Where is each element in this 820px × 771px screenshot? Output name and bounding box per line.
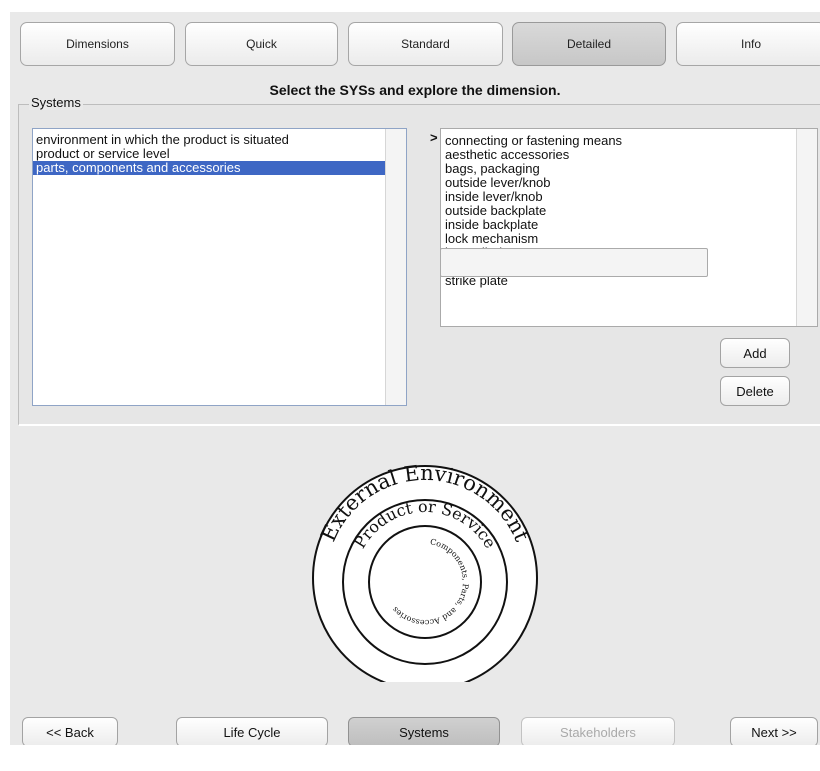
tab-standard[interactable]: Standard: [348, 22, 503, 66]
list-item[interactable]: outside lever/knob: [442, 176, 817, 190]
systems-nav-button[interactable]: Systems: [348, 717, 500, 745]
list-item[interactable]: inside backplate: [442, 218, 817, 232]
list-item[interactable]: outside backplate: [442, 204, 817, 218]
list-item[interactable]: inside lever/knob: [442, 190, 817, 204]
system-items-list[interactable]: connecting or fastening means aesthetic …: [440, 128, 818, 327]
systems-legend: Systems: [29, 95, 83, 110]
systems-level-list[interactable]: environment in which the product is situ…: [32, 128, 407, 406]
app-window: Dimensions Quick Standard Detailed Info …: [10, 12, 820, 745]
list-item[interactable]: connecting or fastening means: [442, 134, 817, 148]
arrow-indicator: >: [430, 130, 438, 145]
systems-diagram: External Environment Product or Service …: [312, 461, 538, 682]
list-item[interactable]: lock mechanism: [442, 232, 817, 246]
add-button[interactable]: Add: [720, 338, 790, 368]
tab-info[interactable]: Info: [676, 22, 820, 66]
delete-button[interactable]: Delete: [720, 376, 790, 406]
list-item[interactable]: environment in which the product is situ…: [33, 133, 406, 147]
new-item-input[interactable]: [440, 248, 708, 277]
tab-quick[interactable]: Quick: [185, 22, 338, 66]
list-item-selected[interactable]: parts, components and accessories: [33, 161, 406, 175]
next-button[interactable]: Next >>: [730, 717, 818, 745]
scrollbar[interactable]: [796, 129, 817, 326]
stakeholders-nav-button: Stakeholders: [521, 717, 675, 745]
tab-detailed[interactable]: Detailed: [512, 22, 666, 66]
list-item[interactable]: aesthetic accessories: [442, 148, 817, 162]
list-item[interactable]: product or service level: [33, 147, 406, 161]
back-button[interactable]: << Back: [22, 717, 118, 745]
instruction-text: Select the SYSs and explore the dimensio…: [269, 82, 561, 98]
list-item[interactable]: bags, packaging: [442, 162, 817, 176]
tab-dimensions[interactable]: Dimensions: [20, 22, 175, 66]
life-cycle-button[interactable]: Life Cycle: [176, 717, 328, 745]
scrollbar[interactable]: [385, 129, 406, 405]
